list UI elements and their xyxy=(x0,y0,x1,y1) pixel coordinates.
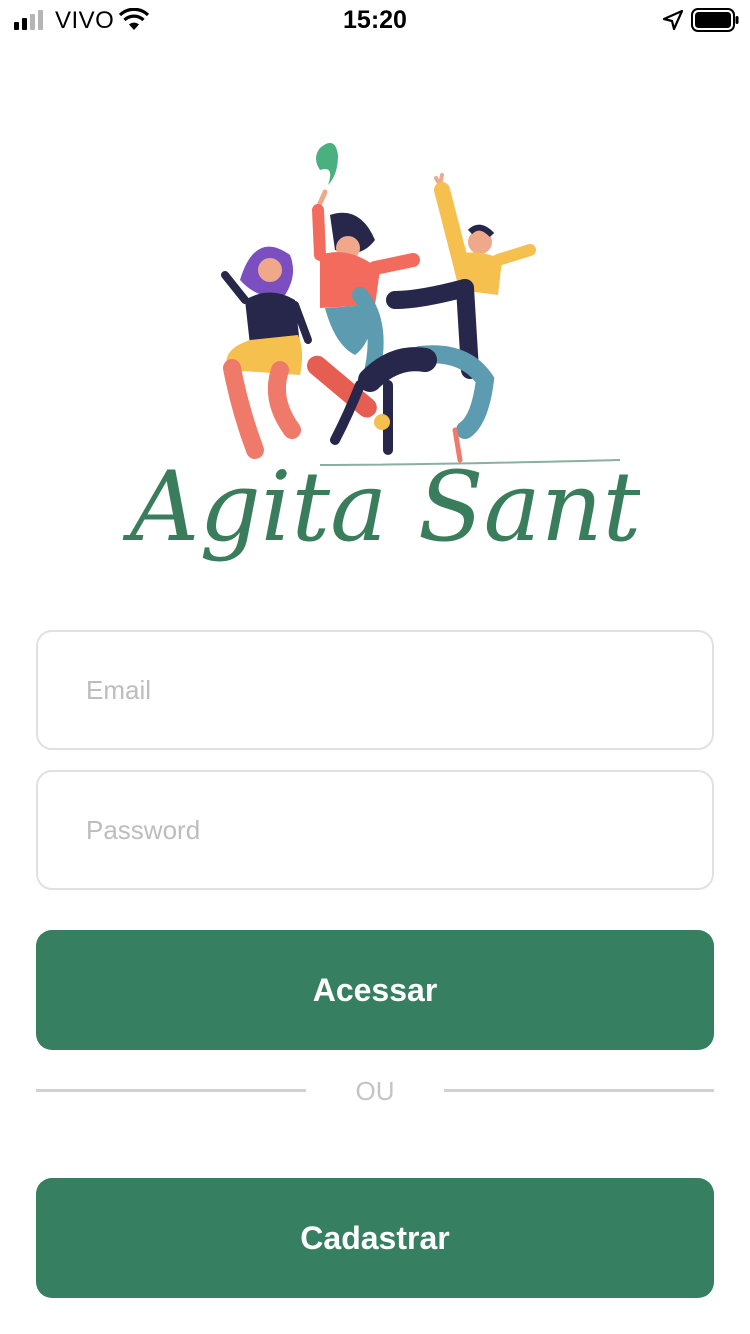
battery-icon xyxy=(691,8,739,32)
divider-label: OU xyxy=(355,1076,395,1106)
password-input[interactable] xyxy=(86,772,686,888)
login-button[interactable]: Acessar xyxy=(36,930,714,1050)
divider-line-left xyxy=(36,1089,306,1092)
status-time: 15:20 xyxy=(343,6,407,34)
email-field[interactable] xyxy=(36,630,714,750)
register-button[interactable]: Cadastrar xyxy=(36,1178,714,1298)
logo-text: Agita Santos xyxy=(122,451,640,563)
status-bar: VIVO 15:20 xyxy=(0,0,750,40)
password-field[interactable] xyxy=(36,770,714,890)
dancing-people-illustration: Agita Santos xyxy=(122,142,748,563)
location-arrow-icon xyxy=(662,9,684,31)
email-input[interactable] xyxy=(86,632,686,748)
app-logo: Agita Santos xyxy=(120,130,748,610)
divider-line-right xyxy=(444,1089,714,1092)
